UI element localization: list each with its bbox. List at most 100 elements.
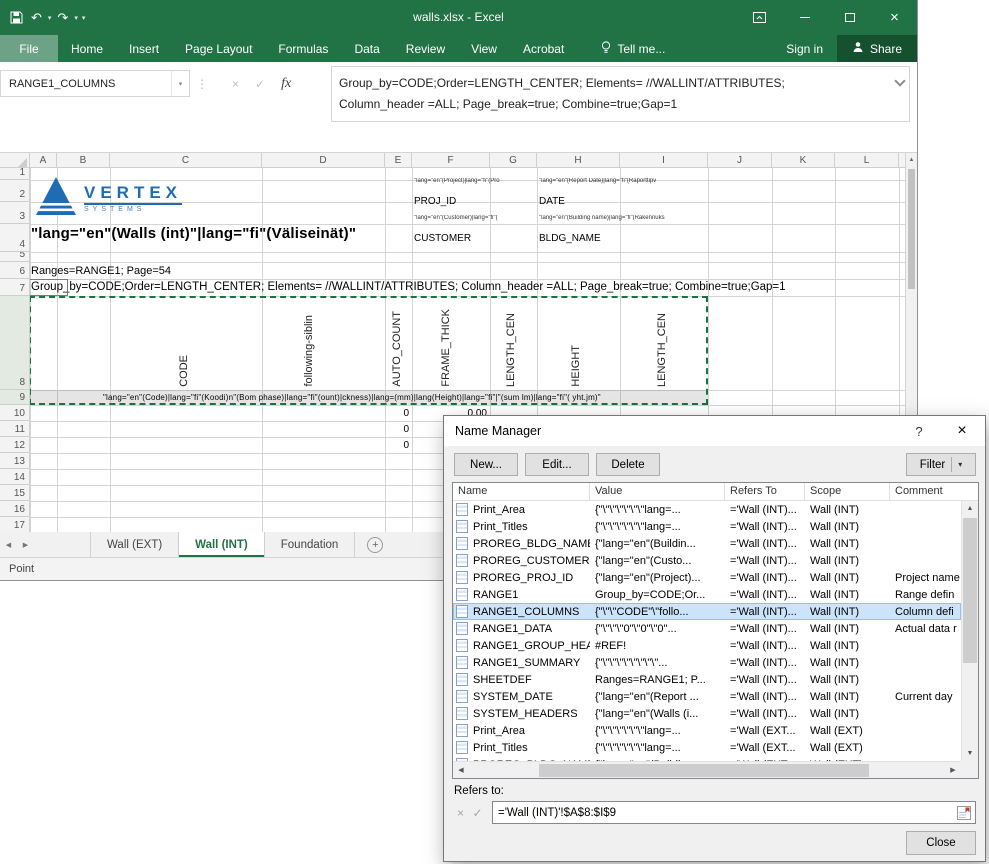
name-row[interactable]: Print_Area {"\"\"\"\"\"\"lang=... ='Wall…	[453, 722, 961, 739]
redo-dropdown-icon[interactable]: ▾	[72, 14, 80, 22]
name-row[interactable]: Print_Area {"\"\"\"\"\"\"lang=... ='Wall…	[453, 501, 961, 518]
tab-file[interactable]: File	[0, 35, 58, 62]
rotated-column-label[interactable]: LENGTH_CEN	[656, 313, 668, 387]
scroll-up-icon[interactable]: ▲	[906, 153, 917, 167]
ribbon-tab[interactable]: Page Layout	[172, 35, 265, 62]
scroll-up-icon[interactable]: ▲	[962, 501, 978, 516]
sheet-tab[interactable]: Foundation	[265, 532, 356, 557]
ribbon-tab[interactable]: Review	[393, 35, 458, 62]
cell-customer-label[interactable]: "lang="en"(Customer)|lang="fi"(	[414, 215, 498, 221]
column-header[interactable]: J	[708, 153, 772, 167]
filter-button[interactable]: Filter ▾	[906, 453, 976, 476]
name-row[interactable]: PROREG_CUSTOMER {"lang="en"(Custo... ='W…	[453, 552, 961, 569]
row-header[interactable]: 9	[0, 390, 29, 405]
scrollbar-thumb[interactable]	[539, 764, 869, 777]
cell-range-def[interactable]: Group_by=CODE;Order=LENGTH_CENTER; Eleme…	[31, 281, 786, 293]
sheet-nav-left-icon[interactable]: ◀	[0, 532, 17, 557]
add-sheet-button[interactable]: +	[367, 537, 383, 553]
dialog-title-bar[interactable]: Name Manager ? ×	[444, 416, 985, 446]
header-scope[interactable]: Scope	[805, 483, 890, 500]
cell-proj-id[interactable]: PROJ_ID	[414, 196, 456, 207]
row-header[interactable]: 5	[0, 252, 29, 262]
dialog-close-x-button[interactable]: ×	[939, 416, 985, 446]
name-row[interactable]: RANGE1_COLUMNS {"\"\"CODE"\"follo... ='W…	[453, 603, 961, 620]
ribbon-tab[interactable]: Home	[58, 35, 116, 62]
column-header[interactable]: G	[490, 153, 537, 167]
select-all-corner[interactable]	[0, 153, 30, 168]
cell-row9-labels[interactable]: "lang="en"(Code)|lang="fi"(Koodi)n"(Bom …	[103, 393, 601, 402]
tell-me[interactable]: Tell me...	[591, 35, 675, 62]
cell-project-label[interactable]: "lang="en"(Project)|lang="fi"(Pro	[414, 178, 500, 184]
cell-customer[interactable]: CUSTOMER	[414, 233, 471, 244]
share-button[interactable]: Share	[837, 35, 917, 62]
column-header[interactable]: K	[772, 153, 835, 167]
column-header[interactable]: E	[385, 153, 412, 167]
name-row[interactable]: RANGE1_SUMMARY {"\"\"\"\"\"\"\"\"... ='W…	[453, 654, 961, 671]
name-row[interactable]: RANGE1_GROUP_HEA... #REF! ='Wall (INT)..…	[453, 637, 961, 654]
row-header[interactable]: 13	[0, 453, 29, 469]
row-header[interactable]: 6	[0, 262, 29, 279]
customize-qat-icon[interactable]: ▾	[80, 14, 88, 22]
save-icon[interactable]	[6, 6, 27, 30]
refers-to-input[interactable]: ='Wall (INT)'!$A$8:$I$9	[492, 801, 976, 824]
row-header[interactable]: 3	[0, 202, 29, 224]
column-header[interactable]: H	[537, 153, 620, 167]
row-header[interactable]: 15	[0, 485, 29, 501]
rotated-column-label[interactable]: FRAME_THICK	[440, 309, 452, 387]
rotated-column-label[interactable]: LENGTH_CEN	[505, 313, 517, 387]
name-box[interactable]: RANGE1_COLUMNS ▾	[0, 70, 190, 97]
cell-sheet-def[interactable]: Ranges=RANGE1; Page=54	[31, 265, 171, 277]
rotated-column-label[interactable]: CODE	[178, 355, 190, 387]
row-header[interactable]: 16	[0, 501, 29, 517]
ribbon-tab[interactable]: View	[458, 35, 510, 62]
cell-building-label[interactable]: "lang="en"(Building name)|lang="fi"(Rake…	[539, 215, 665, 221]
rotated-column-label[interactable]: AUTO_COUNT	[391, 311, 403, 387]
formula-bar-collapse-icon[interactable]	[894, 75, 905, 86]
row-header[interactable]: 11	[0, 421, 29, 437]
row-header[interactable]: 10	[0, 405, 29, 421]
sign-in[interactable]: Sign in	[772, 35, 837, 62]
scroll-down-icon[interactable]: ▼	[962, 746, 978, 761]
scroll-left-icon[interactable]: ◀	[453, 762, 469, 778]
scrollbar-thumb[interactable]	[963, 518, 977, 663]
sheet-tab[interactable]: Wall (INT)	[179, 532, 265, 557]
sheet-nav-right-icon[interactable]: ▶	[17, 532, 34, 557]
row-header[interactable]: 12	[0, 437, 29, 453]
names-vertical-scrollbar[interactable]: ▲ ▼	[961, 501, 978, 761]
header-value[interactable]: Value	[590, 483, 725, 500]
name-row[interactable]: SYSTEM_HEADERS {"lang="en"(Walls (i... =…	[453, 705, 961, 722]
cell-auto-count-1[interactable]: 0	[383, 408, 409, 419]
formula-enter-icon[interactable]: ✓	[255, 77, 265, 91]
row-header[interactable]: 14	[0, 469, 29, 485]
formula-cancel-icon[interactable]: ×	[232, 77, 239, 91]
header-comment[interactable]: Comment	[890, 483, 978, 500]
name-row[interactable]: SHEETDEF Ranges=RANGE1; P... ='Wall (INT…	[453, 671, 961, 688]
column-header[interactable]: D	[262, 153, 385, 167]
close-button[interactable]: ×	[872, 0, 917, 35]
column-header[interactable]: F	[412, 153, 490, 167]
row-header[interactable]: 17	[0, 517, 29, 533]
names-horizontal-scrollbar[interactable]: ◀ ▶	[453, 761, 961, 778]
column-header[interactable]: A	[30, 153, 57, 167]
header-name[interactable]: Name	[453, 483, 590, 500]
row-header[interactable]: 2	[0, 180, 29, 202]
delete-button[interactable]: Delete	[596, 453, 660, 476]
redo-icon[interactable]: ↷	[53, 6, 72, 30]
range-select-icon[interactable]	[955, 805, 973, 821]
row-header[interactable]: 8	[0, 296, 29, 390]
name-row[interactable]: SYSTEM_DATE {"lang="en"(Report ... ='Wal…	[453, 688, 961, 705]
ribbon-tab[interactable]: Formulas	[265, 35, 341, 62]
name-row[interactable]: Print_Titles {"\"\"\"\"\"\"lang=... ='Wa…	[453, 518, 961, 535]
row-header[interactable]: 1	[0, 168, 29, 180]
cell-date[interactable]: DATE	[539, 196, 565, 207]
ribbon-tab[interactable]: Acrobat	[510, 35, 577, 62]
undo-icon[interactable]: ↶	[27, 6, 46, 30]
formula-bar-handle-icon[interactable]: ⋮	[196, 70, 208, 97]
name-row[interactable]: RANGE1 Group_by=CODE;Or... ='Wall (INT).…	[453, 586, 961, 603]
name-box-dropdown-icon[interactable]: ▾	[171, 71, 189, 96]
scrollbar-thumb[interactable]	[908, 169, 915, 289]
ribbon-tab[interactable]: Data	[341, 35, 392, 62]
name-row[interactable]: PROREG_BLDG_NAME {"lang="en"(Buildin... …	[453, 535, 961, 552]
rotated-column-label[interactable]: HEIGHT	[570, 345, 582, 387]
sheet-tab[interactable]: Wall (EXT)	[91, 532, 179, 557]
